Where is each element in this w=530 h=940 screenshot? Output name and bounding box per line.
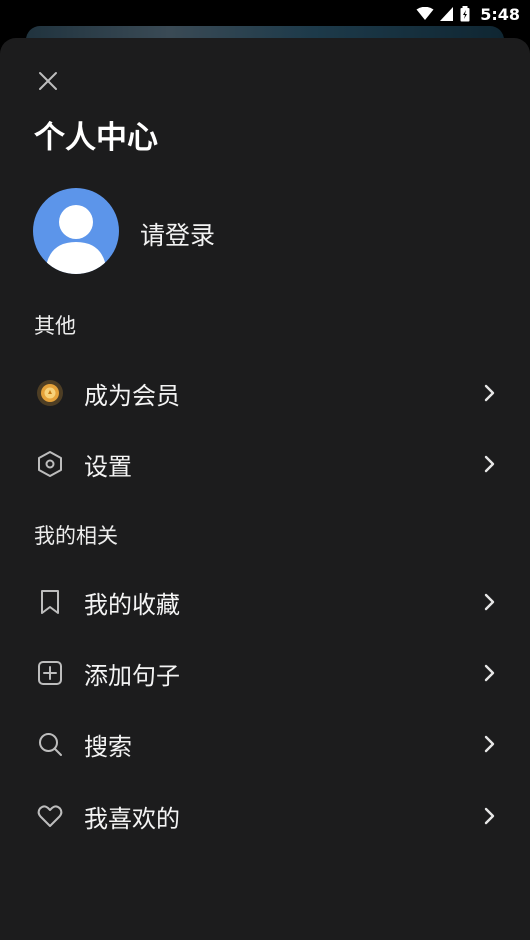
menu-item-label: 搜索 (84, 732, 132, 761)
menu-item-label: 成为会员 (84, 381, 180, 410)
heart-icon (36, 802, 64, 830)
bookmark-icon (36, 588, 64, 616)
battery-icon (460, 6, 470, 22)
page-title: 个人中心 (34, 120, 158, 156)
avatar[interactable] (33, 188, 119, 274)
chevron-right-icon (484, 735, 495, 753)
menu-item-vip[interactable]: 成为会员 (0, 363, 530, 423)
menu-item-settings[interactable]: 设置 (0, 434, 530, 494)
status-time: 5:48 (480, 4, 520, 24)
menu-item-search[interactable]: 搜索 (0, 714, 530, 774)
search-icon (36, 730, 64, 758)
add-square-icon (36, 659, 64, 687)
chevron-right-icon (484, 384, 495, 402)
login-link[interactable]: 请登录 (140, 216, 215, 252)
menu-item-label: 我的收藏 (84, 590, 180, 619)
cell-signal-icon (440, 7, 454, 21)
menu-item-label: 添加句子 (84, 661, 180, 690)
settings-hexagon-icon (36, 450, 64, 478)
default-user-icon (45, 205, 107, 274)
chevron-right-icon (484, 664, 495, 682)
wifi-icon (416, 7, 434, 20)
section-title-other: 其他 (34, 314, 76, 338)
chevron-right-icon (484, 807, 495, 825)
menu-item-add-sentence[interactable]: 添加句子 (0, 643, 530, 703)
close-button[interactable] (36, 69, 60, 93)
chevron-right-icon (484, 593, 495, 611)
vip-coin-icon (36, 379, 64, 407)
menu-item-label: 设置 (84, 452, 132, 481)
chevron-right-icon (484, 455, 495, 473)
section-title-mine: 我的相关 (34, 524, 118, 548)
personal-center-sheet: 个人中心 请登录 其他 成为会员 设置 我的相关 我的收藏 添加句子 搜索 我喜… (0, 38, 530, 940)
menu-item-likes[interactable]: 我喜欢的 (0, 786, 530, 846)
close-icon (39, 72, 57, 90)
menu-item-favorites[interactable]: 我的收藏 (0, 572, 530, 632)
menu-item-label: 我喜欢的 (84, 804, 180, 833)
status-bar: 5:48 (0, 0, 530, 28)
